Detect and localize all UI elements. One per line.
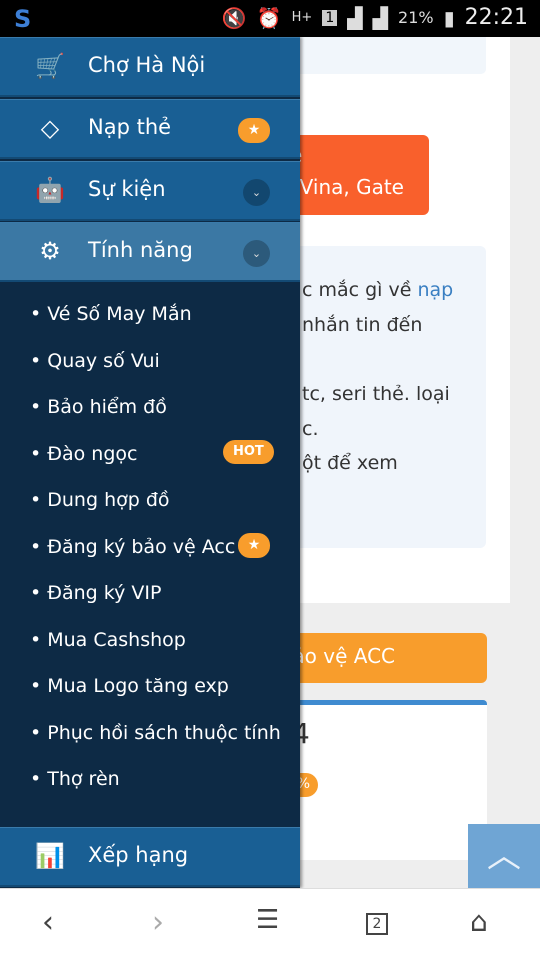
info-line-1: c mắc gì về nạp [302,279,453,301]
info-line-2: nhắn tin đến [302,314,423,336]
menu-label: Xếp hạng [88,843,189,867]
menu-item-su-kien[interactable]: 🤖 Sự kiện ⌄ [0,161,300,221]
menu-item-nap-the[interactable]: ◇ Nạp thẻ ★ [0,99,300,159]
signal-icon: ▟ [347,5,363,30]
submenu-item[interactable]: • Mua Cashshop [30,629,186,651]
info-line-3: tc, seri thẻ. loại [302,383,450,405]
android-icon: 🤖 [35,176,65,204]
browser-nav-bar: ‹ › ☰ 2 ⌂ [0,888,540,960]
submenu-item[interactable]: • Bảo hiểm đồ [30,396,167,418]
submenu-item[interactable]: • Đăng ký bảo vệ Acc ★ [30,532,270,558]
protect-acc-label: ảo vệ ACC [292,644,395,668]
menu-icon[interactable]: ☰ [256,905,279,935]
submenu-label: Phục hồi sách thuộc tính [47,721,281,744]
menu-item-xep-hang[interactable]: 📊 Xếp hạng [0,827,300,887]
submenu-label: Bảo hiểm đồ [47,396,167,418]
cart-icon: 🛒 [35,52,65,80]
mute-icon: 🔇 [221,5,247,30]
submenu-item[interactable]: • Quay số Vui [30,350,160,372]
battery-percent: 21% [398,8,434,27]
submenu-item[interactable]: • Đào ngọc HOT [30,439,274,465]
forward-icon[interactable]: › [152,905,164,940]
info-line-5: ột để xem [302,452,398,474]
submenu-item[interactable]: • Phục hồi sách thuộc tính [30,722,281,744]
tabs-button[interactable]: 2 [366,913,388,935]
chevron-down-icon[interactable]: ⌄ [243,240,270,267]
signal-icon-2: ▟ [372,5,389,30]
side-menu: 🛒 Chợ Hà Nội ◇ Nạp thẻ ★ 🤖 Sự kiện ⌄ ⚙ T… [0,37,300,888]
submenu-label: Vé Số May Mắn [47,303,192,325]
sim-icon: 1 [322,9,338,26]
battery-icon: ▮ [443,5,455,30]
info-line-4: c. [302,418,319,440]
hot-badge: HOT [223,439,274,464]
star-badge: ★ [238,532,270,558]
submenu-label: Dung hợp đồ [47,489,170,511]
status-bar: S 🔇 ⏰ H+ 1 ▟ ▟ 21% ▮ 22:21 [0,0,540,37]
diamond-icon: ◇ [40,114,60,142]
info-text: c mắc gì về [302,279,418,301]
chevron-up-icon: ︿ [487,836,521,876]
back-icon[interactable]: ‹ [42,905,54,940]
submenu-label: Mua Logo tăng exp [47,675,229,697]
menu-label: Sự kiện [88,177,166,201]
submenu-label: Đào ngọc [47,442,138,465]
star-badge: ★ [238,118,270,143]
submenu-label: Đăng ký bảo vệ Acc [47,535,236,558]
submenu-label: Đăng ký VIP [47,582,162,604]
menu-label: Tính năng [88,238,193,262]
submenu-item[interactable]: • Dung hợp đồ [30,489,170,511]
network-type: H+ [291,10,313,25]
submenu-item[interactable]: • Đăng ký VIP [30,582,161,604]
clock: 22:21 [464,5,528,30]
recharge-subtitle: Vina, Gate [299,175,404,199]
alarm-icon: ⏰ [256,5,282,30]
menu-label: Chợ Hà Nội [88,53,206,77]
scroll-top-button[interactable]: ︿ [468,824,540,888]
submenu-label: Thợ rèn [47,768,120,790]
recharge-link[interactable]: nạp [417,279,453,301]
submenu-label: Quay số Vui [47,349,160,372]
bar-chart-icon: 📊 [35,842,65,870]
menu-item-cho-ha-noi[interactable]: 🛒 Chợ Hà Nội [0,37,300,97]
app-logo-icon: S [14,5,32,33]
submenu-item[interactable]: • Thợ rèn [30,768,120,790]
chevron-down-icon[interactable]: ⌄ [243,179,270,206]
home-icon[interactable]: ⌂ [470,905,488,938]
menu-item-tinh-nang[interactable]: ⚙ Tính năng ⌄ [0,222,300,282]
submenu-item[interactable]: • Mua Logo tăng exp [30,675,229,697]
submenu-label: Mua Cashshop [47,628,186,651]
submenu-item[interactable]: • Vé Số May Mắn [30,303,192,325]
menu-label: Nạp thẻ [88,115,172,139]
gears-icon: ⚙ [39,237,61,265]
